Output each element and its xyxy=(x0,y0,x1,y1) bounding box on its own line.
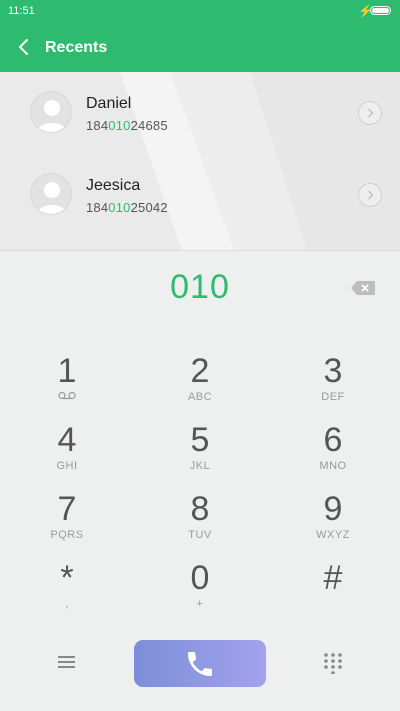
status-bar: 11:51 ⚡ xyxy=(0,0,400,24)
key-9[interactable]: 9 WXYZ xyxy=(273,490,393,556)
key-1[interactable]: 1 xyxy=(7,352,127,418)
battery-icon xyxy=(370,6,391,15)
key-2[interactable]: 2 ABC xyxy=(140,352,260,418)
key-hash[interactable]: # xyxy=(273,559,393,625)
key-8[interactable]: 8 TUV xyxy=(140,490,260,556)
contact-detail-button[interactable] xyxy=(358,183,382,207)
contact-row[interactable]: Jeesica 18401025042 xyxy=(0,154,400,234)
voicemail-icon xyxy=(58,391,76,400)
key-4[interactable]: 4 GHI xyxy=(7,421,127,487)
key-3[interactable]: 3 DEF xyxy=(273,352,393,418)
key-5[interactable]: 5 JKL xyxy=(140,421,260,487)
key-star[interactable]: * , xyxy=(7,559,127,625)
contact-number: 18401024685 xyxy=(86,118,168,133)
dialpad: 010 1 2 ABC 3 DEF 4 GHI 5 JKL 6 MNO 7 PQ… xyxy=(0,250,400,711)
contact-name: Daniel xyxy=(86,95,132,112)
avatar xyxy=(30,173,72,215)
chevron-right-icon xyxy=(368,108,374,118)
dialpad-grid-icon[interactable] xyxy=(322,652,344,674)
app-header: Recents xyxy=(0,24,400,72)
contact-row[interactable]: Daniel 18401024685 xyxy=(0,72,400,152)
key-0[interactable]: 0 + xyxy=(140,559,260,625)
chevron-right-icon xyxy=(368,190,374,200)
contact-name: Jeesica xyxy=(86,177,141,194)
key-7[interactable]: 7 PQRS xyxy=(7,490,127,556)
contact-number: 18401025042 xyxy=(86,200,168,215)
page-title: Recents xyxy=(45,39,108,56)
menu-icon[interactable] xyxy=(56,653,78,671)
dialed-number: 010 xyxy=(170,268,230,306)
status-time: 11:51 xyxy=(8,5,35,17)
backspace-icon[interactable] xyxy=(350,280,376,296)
back-icon[interactable] xyxy=(14,36,36,58)
contact-detail-button[interactable] xyxy=(358,101,382,125)
call-button[interactable] xyxy=(134,640,266,687)
phone-icon xyxy=(188,652,212,676)
recents-list: Daniel 18401024685 Jeesica 18401025042 xyxy=(0,72,400,250)
key-6[interactable]: 6 MNO xyxy=(273,421,393,487)
avatar xyxy=(30,91,72,133)
